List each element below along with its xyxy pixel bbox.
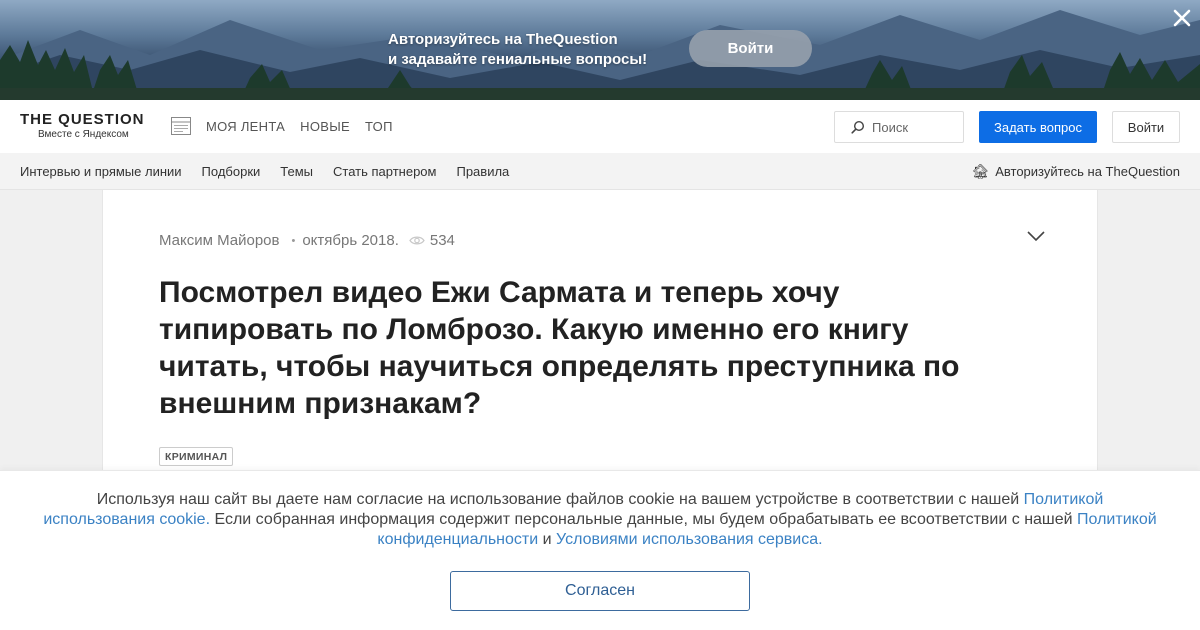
- question-title: Посмотрел видео Ежи Сармата и теперь хоч…: [159, 276, 960, 420]
- search-icon: [851, 120, 865, 134]
- cookie-agree-button[interactable]: Согласен: [450, 571, 750, 611]
- question-date: октябрь 2018.: [302, 232, 399, 249]
- feed-icon[interactable]: [171, 117, 191, 135]
- cookie-consent-bar: Используя наш сайт вы даете нам согласие…: [0, 470, 1200, 630]
- subnav-become-partner[interactable]: Стать партнером: [333, 164, 436, 179]
- banner-login-button[interactable]: Войти: [689, 30, 812, 67]
- cookie-text-part-1: Используя наш сайт вы даете нам согласие…: [96, 491, 1024, 508]
- banner-line-2: и задавайте гениальные вопросы!: [388, 51, 648, 68]
- subnav-collections[interactable]: Подборки: [202, 164, 261, 179]
- close-icon[interactable]: [1170, 6, 1194, 30]
- house-icon: 🏚: [971, 163, 990, 179]
- eye-icon: [409, 236, 425, 245]
- site-header: THE QUESTION Вместе с Яндексом МОЯ ЛЕНТА…: [0, 100, 1200, 153]
- question-meta: Максим Майоров • октябрь 2018. 534: [159, 232, 455, 249]
- view-count: 534: [409, 232, 455, 249]
- terms-of-service-link[interactable]: Условиями использования сервиса.: [556, 531, 823, 548]
- main-nav: МОЯ ЛЕНТА НОВЫЕ ТОП: [206, 119, 393, 134]
- view-count-value: 534: [429, 232, 455, 249]
- search-input[interactable]: [872, 119, 952, 135]
- cookie-message: Используя наш сайт вы даете нам согласие…: [40, 490, 1160, 550]
- author-name[interactable]: Максим Майоров: [159, 232, 279, 249]
- nav-my-feed[interactable]: МОЯ ЛЕНТА: [206, 119, 285, 134]
- logo-title: THE QUESTION: [20, 111, 145, 128]
- banner-line-1: Авторизуйтесь на TheQuestion: [388, 31, 618, 48]
- cookie-text-part-2: Если собранная информация содержит персо…: [210, 511, 1078, 528]
- ask-question-button[interactable]: Задать вопрос: [979, 111, 1097, 143]
- promo-banner: Авторизуйтесь на TheQuestion и задавайте…: [0, 0, 1200, 100]
- banner-message: Авторизуйтесь на TheQuestion и задавайте…: [388, 30, 647, 70]
- chevron-down-icon[interactable]: [1027, 230, 1045, 242]
- subnav-interviews[interactable]: Интервью и прямые линии: [20, 164, 182, 179]
- site-logo[interactable]: THE QUESTION Вместе с Яндексом: [20, 111, 145, 141]
- cookie-text-part-3: и: [538, 531, 557, 548]
- topic-tag[interactable]: КРИМИНАЛ: [159, 447, 234, 466]
- nav-new[interactable]: НОВЫЕ: [300, 119, 350, 134]
- meta-separator: •: [291, 234, 296, 247]
- secondary-nav: Интервью и прямые линии Подборки Темы Ст…: [0, 153, 1200, 190]
- subnav-auth-label: Авторизуйтесь на TheQuestion: [995, 164, 1180, 179]
- subnav-topics[interactable]: Темы: [280, 164, 313, 179]
- nav-top[interactable]: ТОП: [365, 119, 393, 134]
- logo-subtitle: Вместе с Яндексом: [38, 129, 129, 140]
- subnav-auth-link[interactable]: 🏚 Авторизуйтесь на TheQuestion: [971, 163, 1180, 180]
- login-button[interactable]: Войти: [1112, 111, 1180, 143]
- search-box[interactable]: [834, 111, 964, 143]
- subnav-rules[interactable]: Правила: [456, 164, 509, 179]
